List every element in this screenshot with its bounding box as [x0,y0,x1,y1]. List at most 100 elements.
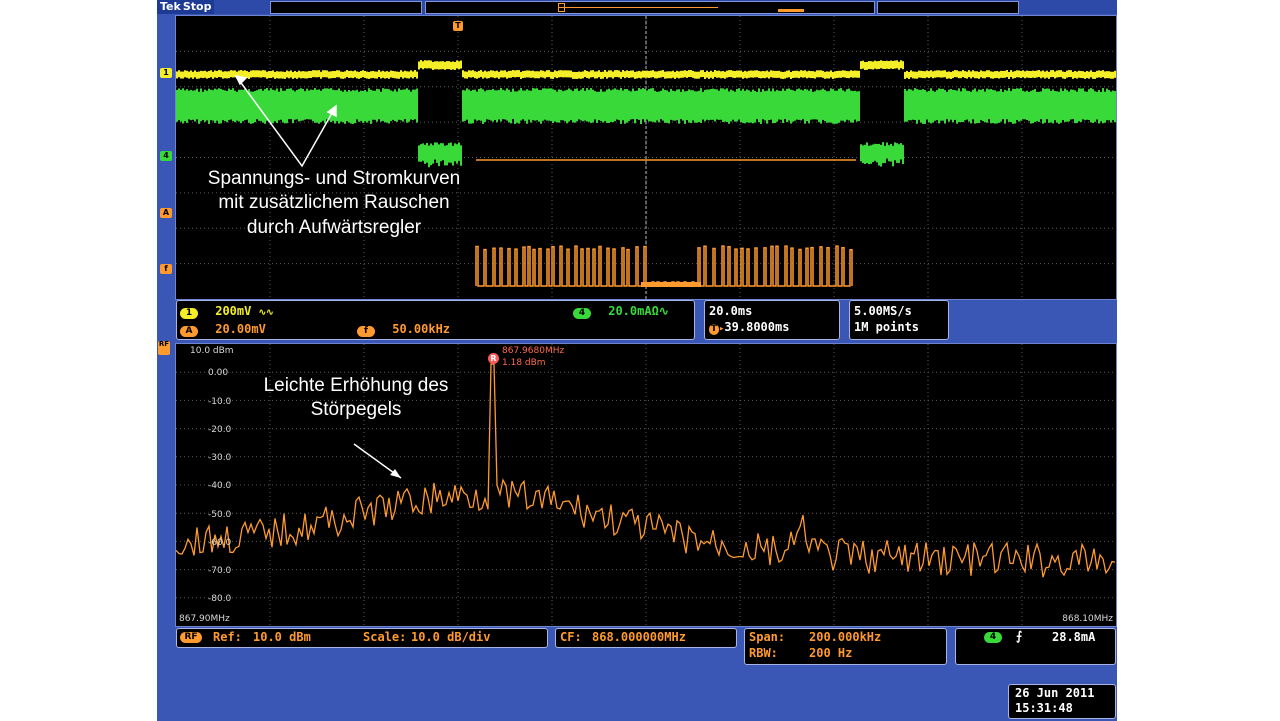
ch1-trace [934,70,936,78]
ch1-trace [884,61,886,70]
ch4-noise [394,89,396,122]
math-a-readout[interactable]: A 20.00mV [180,322,266,337]
channel-readout-panel[interactable]: 1 200mV ∿∿ 4 20.0mAΩ∿ A 20.00mV f 50.00k… [176,300,695,340]
ch4-noise [1040,91,1042,120]
ch1-trace [774,70,776,78]
ch4-noise [942,88,944,121]
y-label: 0.00 [208,368,229,378]
ch4-noise [1026,90,1028,121]
ch4-noise [584,90,586,121]
ch4-noise [1114,91,1116,123]
ch4-noise [756,91,758,120]
ch4-noise [1054,90,1056,121]
ch1-trace [894,60,896,69]
ch4-noise [856,91,858,122]
trigger-readout[interactable]: 4 ⨍ 28.8mA [955,628,1116,665]
ch4-noise [1004,89,1006,124]
math-f-readout[interactable]: f 50.00kHz [357,322,450,337]
ch4-noise [460,145,462,166]
ch1-trace [666,71,668,79]
ch1-trace [182,71,184,79]
ch1-trace [456,60,458,69]
ch1-trace [1070,70,1072,78]
ch1-trace [1034,70,1036,78]
time-domain-display[interactable]: Spannungs- und Stromkurven mit zusätzlic… [175,15,1117,300]
ch4-noise [364,90,366,122]
ch4-readout[interactable]: 4 20.0mAΩ∿ [573,304,669,319]
ch4-noise [560,89,562,121]
ch1-trace [1040,71,1042,79]
ch4-noise [278,91,280,121]
ch1-trace [1030,71,1032,79]
ch4-noise [838,88,840,123]
ch1-trace [526,70,528,78]
ch1-trace [874,60,876,69]
ch4-noise [1022,90,1024,120]
timebase-readout[interactable]: 20.0ms T ▸39.8000ms [704,300,840,340]
ch4-noise [438,144,440,167]
ch4-noise [1042,88,1044,124]
ch4-noise [922,89,924,124]
ch4-noise [718,90,720,120]
annotation-line-2: Störpegels [310,399,402,421]
ch4-noise [802,90,804,120]
ch1-ground-marker[interactable]: 1 [160,68,172,78]
ch1-trace [490,70,492,78]
ch4-noise [612,89,614,123]
ch1-trace [954,70,956,78]
ch1-trace [294,70,296,78]
ch1-trace [700,70,702,78]
ch4-noise [770,91,772,120]
ch1-trace [572,71,574,79]
ch4-noise [720,88,722,120]
ch1-trace [672,70,674,78]
ch1-trace [230,70,232,78]
ch4-noise [740,90,742,123]
ch1-trace [540,70,542,78]
ch4-noise [538,89,540,122]
ch1-trace [872,61,874,70]
ref-scale-readout[interactable]: RF Ref: 10.0 dBm Scale: 10.0 dB/div [176,628,548,648]
math-f-marker[interactable]: f [160,264,172,274]
peak-marker[interactable]: R 867.9680MHz 1.18 dBm [488,346,564,368]
ch4-noise [1108,90,1110,121]
ch4-noise [924,89,926,124]
math-f-value: 50.00kHz [392,322,451,336]
rf-side-marker[interactable]: RF [158,341,170,355]
ch4-noise [232,88,234,122]
ch1-trace [1072,71,1074,79]
ch1-trace [846,71,848,79]
ch4-noise [744,90,746,124]
ch1-readout[interactable]: 1 200mV ∿∿ [180,304,274,319]
ch1-trace [960,71,962,79]
spectrum-display[interactable]: 10.0 dBm 0.00 -10.0 -20.0 -30.0 -40.0 -5… [175,343,1117,627]
ch1-trace [584,70,586,78]
ch4-ground-marker[interactable]: 4 [160,151,172,161]
ch4-noise [494,90,496,121]
ch4-noise [482,89,484,124]
ch1-trace [744,70,746,78]
ch1-trace [818,70,820,78]
ch1-trace [674,71,676,79]
ch1-trace [914,71,916,79]
ch4-noise [1064,88,1066,122]
center-frequency-readout[interactable]: CF: 868.000000MHz [555,628,737,648]
math-a-marker[interactable]: A [160,208,172,218]
ch1-trace [472,70,474,78]
ch4-noise [238,89,240,122]
acquisition-status[interactable]: Stop [183,0,212,13]
ch1-trace [270,71,272,79]
rbw-value: 200 Hz [809,646,853,660]
ch1-trace [682,70,684,78]
record-view-bar[interactable] [425,1,875,14]
acquisition-readout[interactable]: 5.00MS/s 1M points [849,300,949,340]
ch4-noise [854,90,856,120]
ch4-noise [304,91,306,120]
trigger-position-marker[interactable]: T [453,21,463,31]
ch4-noise [220,88,222,124]
ch1-trace [510,70,512,78]
ch4-noise [874,143,876,161]
ch4-noise [208,88,210,124]
ch1-trace [386,71,388,79]
span-rbw-readout[interactable]: Span: 200.000kHz RBW: 200 Hz [744,628,947,665]
